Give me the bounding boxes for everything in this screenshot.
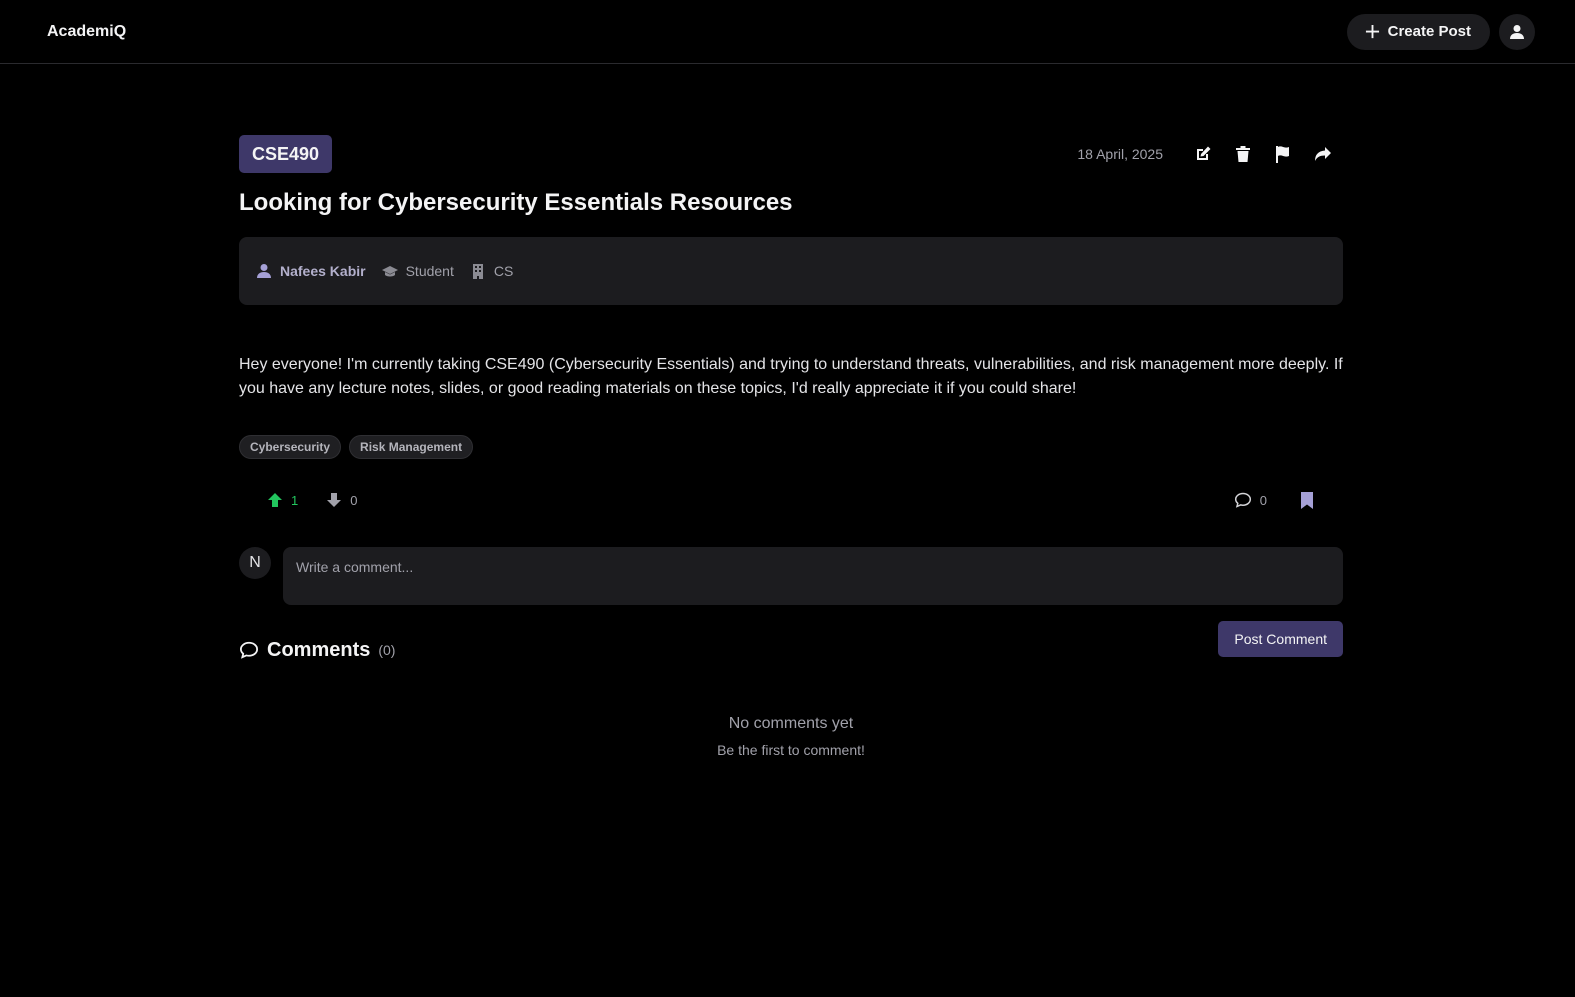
- comment-icon: [1234, 492, 1251, 508]
- author-role: Student: [381, 263, 454, 279]
- create-post-label: Create Post: [1387, 23, 1471, 40]
- post-title: Looking for Cybersecurity Essentials Res…: [239, 189, 793, 216]
- post-tags: Cybersecurity Risk Management: [239, 435, 1343, 459]
- downvote-button[interactable]: 0: [326, 492, 357, 508]
- post-header: CSE490 18 April, 2025: [239, 135, 1343, 173]
- tag[interactable]: Cybersecurity: [239, 435, 342, 459]
- create-post-button[interactable]: Create Post: [1346, 13, 1490, 50]
- comments-title: Comments: [267, 638, 371, 661]
- trash-icon: [1236, 146, 1250, 162]
- post-detail: CSE490 18 April, 2025 Looking for Cybers…: [239, 135, 1343, 758]
- comments-total: (0): [378, 642, 396, 658]
- comment-form: N: [239, 547, 1343, 605]
- author-role-label: Student: [405, 263, 454, 279]
- arrow-up-icon: [268, 493, 282, 507]
- tag[interactable]: Risk Management: [349, 435, 474, 459]
- plus-icon: [1365, 24, 1379, 39]
- upvote-count: 1: [291, 492, 299, 508]
- vote-controls: 1 0: [267, 492, 357, 508]
- arrow-down-icon: [327, 493, 342, 507]
- share-button[interactable]: [1303, 135, 1343, 173]
- comment-count: 0: [1259, 492, 1267, 508]
- flag-icon: [1276, 146, 1289, 163]
- navbar-actions: Create Post: [1346, 13, 1535, 50]
- comments-header: Comments (0): [239, 635, 639, 665]
- post-body: Hey everyone! I'm currently taking CSE49…: [239, 356, 1343, 397]
- author-department: CS: [470, 263, 513, 279]
- empty-comments-subtitle: Be the first to comment!: [717, 742, 865, 758]
- vote-bar: 1 0 0: [239, 485, 1343, 515]
- edit-button[interactable]: [1183, 135, 1223, 173]
- post-date: 18 April, 2025: [1077, 146, 1163, 162]
- edit-icon: [1197, 146, 1211, 160]
- author[interactable]: Nafees Kabir: [256, 263, 366, 279]
- bookmark-button[interactable]: [1299, 491, 1315, 509]
- comment-input[interactable]: [283, 547, 1343, 605]
- building-icon: [472, 264, 483, 279]
- post-actions: 18 April, 2025: [1077, 135, 1343, 173]
- comments-count-button[interactable]: 0: [1234, 491, 1267, 509]
- engagement-controls: 0: [1234, 491, 1315, 509]
- delete-button[interactable]: [1223, 135, 1263, 173]
- empty-comments: No comments yet Be the first to comment!: [239, 715, 1343, 758]
- author-department-label: CS: [493, 263, 514, 279]
- user-icon: [257, 264, 271, 278]
- avatar: N: [239, 547, 271, 579]
- empty-comments-title: No comments yet: [728, 715, 854, 732]
- comment-icon: [239, 641, 259, 659]
- author-name: Nafees Kabir: [280, 263, 366, 279]
- upvote-button[interactable]: 1: [267, 492, 298, 508]
- share-icon: [1315, 147, 1331, 161]
- profile-button[interactable]: [1499, 13, 1535, 50]
- top-navbar: AcademiQ Create Post: [0, 0, 1575, 64]
- course-badge[interactable]: CSE490: [239, 135, 333, 173]
- post-comment-button[interactable]: Post Comment: [1218, 621, 1343, 657]
- bookmark-icon: [1301, 492, 1313, 509]
- graduation-cap-icon: [381, 266, 398, 277]
- app-logo[interactable]: AcademiQ: [47, 23, 126, 41]
- downvote-count: 0: [350, 492, 358, 508]
- report-button[interactable]: [1263, 135, 1303, 173]
- user-icon: [1510, 24, 1524, 39]
- author-info: Nafees Kabir Student CS: [239, 237, 1343, 305]
